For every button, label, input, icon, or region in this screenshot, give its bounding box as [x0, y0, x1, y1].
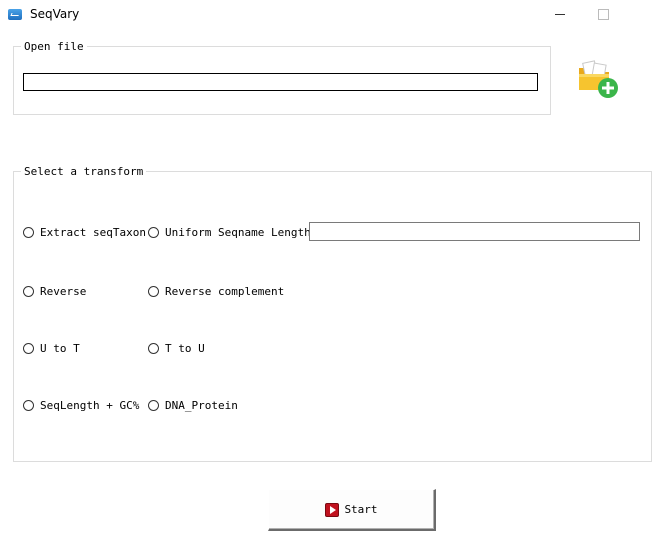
- option-label: U to T: [40, 342, 80, 355]
- transform-legend: Select a transform: [21, 165, 147, 178]
- option-t-to-u[interactable]: T to U: [148, 342, 205, 355]
- option-label: Reverse: [40, 285, 87, 298]
- radio-circle[interactable]: [23, 227, 34, 238]
- option-dna-protein[interactable]: DNA_Protein: [148, 399, 238, 412]
- option-uniform-seqname-length[interactable]: Uniform Seqname Length: [148, 226, 311, 239]
- option-seqlength-gc[interactable]: SeqLength + GC%: [23, 399, 139, 412]
- option-label: Uniform Seqname Length: [165, 226, 311, 239]
- app-icon: [8, 9, 22, 20]
- option-label: Extract seqTaxon: [40, 226, 146, 239]
- option-label: Reverse complement: [165, 285, 285, 298]
- radio-circle[interactable]: [23, 343, 34, 354]
- option-reverse-complement[interactable]: Reverse complement: [148, 285, 284, 298]
- open-file-button[interactable]: [577, 60, 621, 100]
- title-bar: SeqVary: [0, 0, 670, 30]
- radio-circle[interactable]: [148, 343, 159, 354]
- radio-circle[interactable]: [23, 400, 34, 411]
- radio-circle[interactable]: [23, 286, 34, 297]
- start-label: Start: [344, 503, 378, 516]
- play-icon: [325, 502, 340, 517]
- file-path-input[interactable]: [23, 73, 538, 91]
- option-label: SeqLength + GC%: [40, 399, 140, 412]
- transform-group: Select a transform: [13, 165, 652, 462]
- maximize-button[interactable]: [593, 5, 613, 23]
- radio-circle[interactable]: [148, 400, 159, 411]
- option-reverse[interactable]: Reverse: [23, 285, 86, 298]
- radio-circle[interactable]: [148, 227, 159, 238]
- option-extract-seqtaxon[interactable]: Extract seqTaxon: [23, 226, 146, 239]
- seqname-length-input[interactable]: [309, 222, 640, 241]
- folder-add-icon: [579, 60, 618, 98]
- open-file-legend: Open file: [21, 40, 87, 53]
- start-button[interactable]: Start: [268, 489, 436, 531]
- option-label: DNA_Protein: [165, 399, 238, 412]
- minimize-button[interactable]: [550, 5, 570, 23]
- radio-circle[interactable]: [148, 286, 159, 297]
- option-u-to-t[interactable]: U to T: [23, 342, 80, 355]
- option-label: T to U: [165, 342, 205, 355]
- window-title: SeqVary: [30, 7, 80, 21]
